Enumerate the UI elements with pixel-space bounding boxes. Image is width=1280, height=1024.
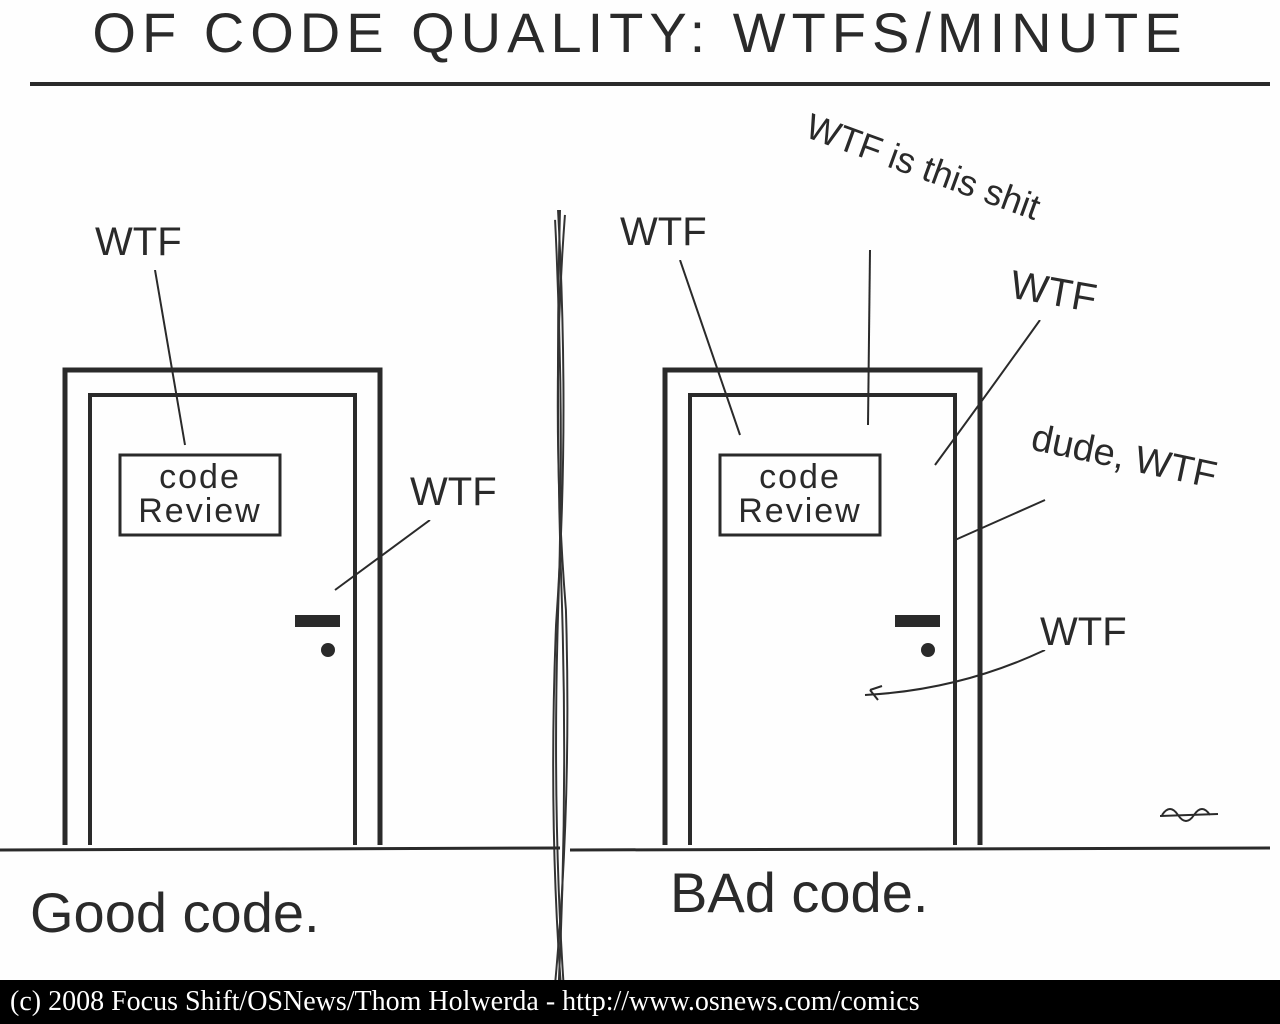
floor-line-right (570, 840, 1270, 860)
comic-title: OF CODE QUALITY: WTFS/MINUTE (50, 0, 1230, 65)
arrow-right-2 (850, 250, 890, 430)
wtf-left-1: WTF (95, 220, 182, 265)
signature-squiggle (1160, 800, 1220, 830)
sign-line2-left: Review (120, 492, 280, 531)
arrow-right-4 (950, 490, 1050, 550)
arrow-left-2 (330, 520, 440, 600)
door-good (60, 360, 390, 850)
panel-good-code: code Review WTF WTF Good code. (40, 160, 530, 930)
arrow-right-1 (670, 260, 750, 440)
arrow-left-1 (140, 270, 200, 450)
floor-line-left (0, 840, 560, 860)
copyright-footer: (c) 2008 Focus Shift/OSNews/Thom Holwerd… (0, 980, 1280, 1024)
caption-good: Good code. (30, 880, 320, 945)
wtf-right-3: WTF (1007, 263, 1100, 322)
wtf-right-1: WTF (620, 210, 707, 255)
caption-bad: BAd code. (670, 860, 928, 925)
wtf-right-4: dude, WTF (1028, 421, 1219, 494)
wtf-right-5: WTF (1040, 610, 1127, 655)
panel-bad-code: code Review WTF WTF is this shit WTF dud… (600, 160, 1260, 930)
wtf-left-2: WTF (410, 470, 497, 515)
comic-canvas: OF CODE QUALITY: WTFS/MINUTE (0, 0, 1280, 1024)
wtf-right-2: WTF is this shit (802, 109, 1045, 225)
title-underline (30, 82, 1270, 86)
center-divider (540, 210, 580, 1000)
arrow-right-5 (860, 650, 1050, 710)
sign-line2-right: Review (720, 492, 880, 531)
